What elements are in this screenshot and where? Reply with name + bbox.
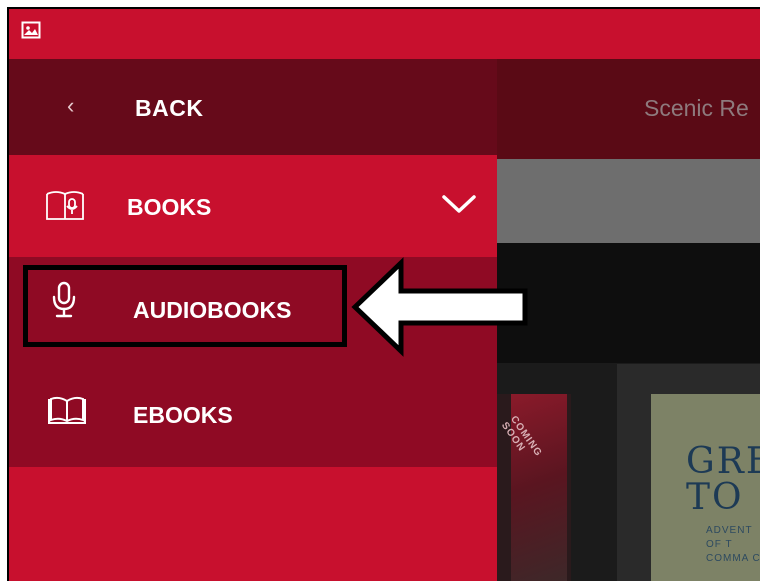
left-arrow-icon [351,257,528,357]
menu-item-label: EBOOKS [133,402,233,428]
book-cover: GRE TO ADVENT OF T COMMA C [651,394,760,581]
book-card[interactable]: COMING SOON [497,394,571,581]
cover-title: GRE TO [686,441,760,518]
open-book-audio-icon [46,191,84,220]
book-card[interactable]: GRE TO ADVENT OF T COMMA C [617,364,760,581]
main-content: Scenic Re COMING SOON GRE TO ADVENT OF T… [497,59,760,581]
open-book-icon [48,396,86,424]
chevron-down-icon[interactable] [441,193,477,215]
chevron-left-icon: ‹ [67,93,75,118]
content-section [497,243,760,363]
app-frame: Scenic Re COMING SOON GRE TO ADVENT OF T… [7,7,760,581]
back-label: BACK [135,95,204,121]
menu-item-ebooks[interactable]: EBOOKS [9,361,497,467]
cover-subtitle: ADVENT OF T COMMA C [706,525,760,564]
highlight-box [23,265,347,347]
content-header: Scenic Re [497,59,760,159]
menu-item-books[interactable]: BOOKS [9,155,497,257]
status-bar [9,9,760,59]
image-icon [21,21,41,39]
content-banner [497,159,760,243]
book-cover: COMING SOON [499,394,567,581]
menu-item-label: BOOKS [127,194,212,220]
back-button[interactable]: ‹ BACK [9,59,497,155]
page-title: Scenic Re [644,95,749,121]
cover-badge: COMING SOON [498,414,545,459]
